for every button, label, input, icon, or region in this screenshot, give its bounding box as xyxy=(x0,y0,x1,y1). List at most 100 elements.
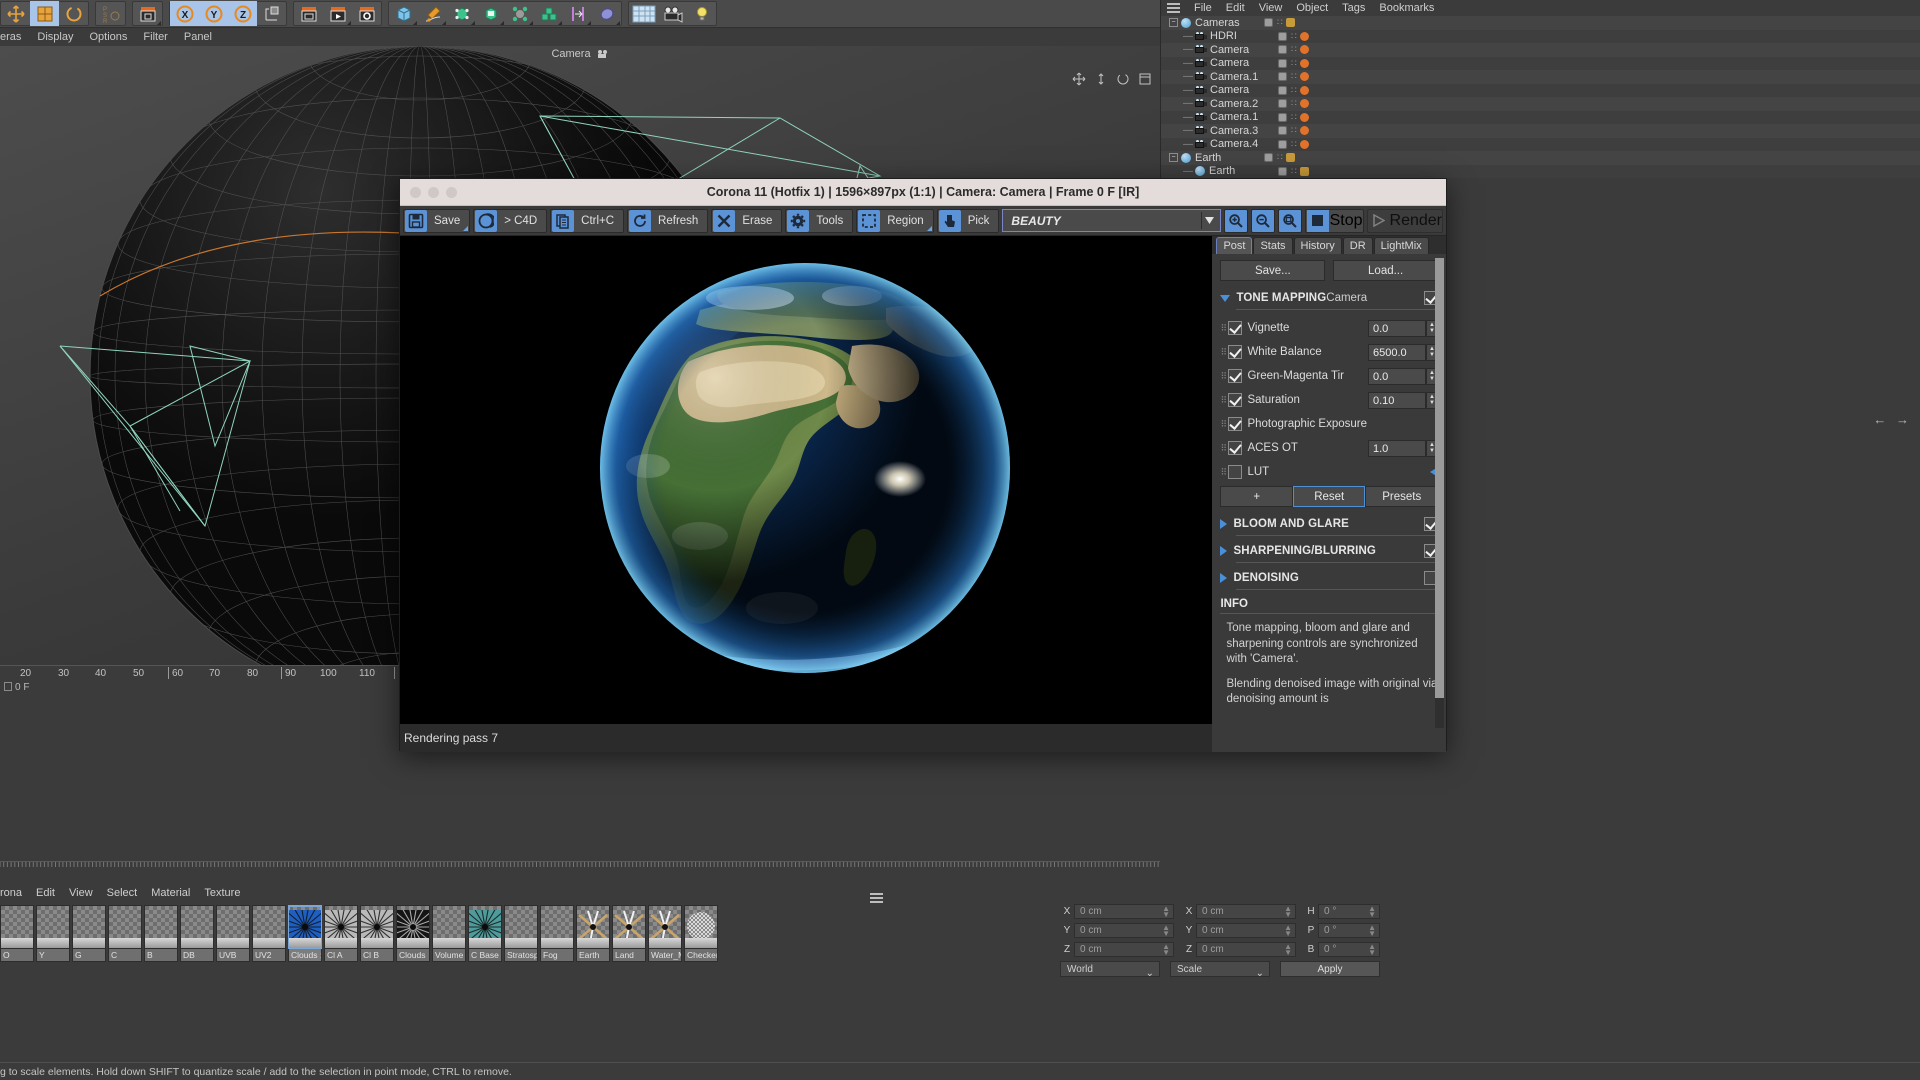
object-row[interactable]: − Cameras ∷ xyxy=(1161,16,1920,30)
primitives-group[interactable] xyxy=(388,1,622,26)
transform-tools-group[interactable] xyxy=(0,1,89,26)
param-checkbox[interactable] xyxy=(1228,321,1243,335)
corona-vfb-window[interactable]: Corona 11 (Hotfix 1) | 1596×897px (1:1) … xyxy=(399,178,1447,752)
tag-icon[interactable] xyxy=(1278,58,1287,68)
add-preset-button[interactable]: + xyxy=(1220,486,1293,507)
material-preview[interactable] xyxy=(216,905,250,949)
coordinate-space-select[interactable]: World ⌄ xyxy=(1060,961,1160,979)
camera-tag-icon[interactable] xyxy=(1299,126,1309,136)
object-row[interactable]: — Camera.4 ∷ xyxy=(1161,137,1920,151)
view-group[interactable] xyxy=(628,1,717,26)
material-preview[interactable] xyxy=(612,905,646,949)
drag-handle-icon[interactable]: ⠿ xyxy=(1220,372,1227,381)
material-tag-icon[interactable] xyxy=(1299,166,1309,176)
tab-history[interactable]: History xyxy=(1293,237,1342,254)
viewport-nav-icons[interactable] xyxy=(1072,72,1152,86)
rotation-field[interactable]: 0 ° ▲ ▼ xyxy=(1318,922,1380,938)
material-preview[interactable] xyxy=(72,905,106,949)
size-field[interactable]: 0 cm ▲ ▼ xyxy=(1196,922,1296,938)
camera-tag-icon[interactable] xyxy=(1299,72,1309,82)
chevron-down-icon[interactable] xyxy=(1220,294,1231,302)
tag-icon[interactable] xyxy=(1278,139,1287,149)
vfb-tools-button[interactable]: Tools xyxy=(785,208,854,233)
light-bulb-icon[interactable] xyxy=(687,1,716,26)
vfb-tab-bar[interactable]: Post Stats History DR LightMix xyxy=(1212,236,1446,254)
material-swatch[interactable]: Clouds xyxy=(396,905,430,962)
camera-icon[interactable] xyxy=(658,1,687,26)
material-tag-icon[interactable] xyxy=(1285,153,1295,163)
collapsed-sections[interactable]: BLOOM AND GLARE SHARPENING/BLURRING DENOIS… xyxy=(1220,517,1438,590)
object-row[interactable]: — HDRI ∷ xyxy=(1161,29,1920,43)
psr-group[interactable]: PSR xyxy=(95,1,126,26)
param-checkbox[interactable] xyxy=(1228,345,1243,359)
om-menu-edit[interactable]: Edit xyxy=(1226,2,1245,14)
camera-tag-icon[interactable] xyxy=(1299,112,1309,122)
object-row[interactable]: — Camera ∷ xyxy=(1161,83,1920,97)
material-swatch[interactable]: Land xyxy=(612,905,646,962)
menu-display[interactable]: Display xyxy=(37,31,73,43)
param-value-field[interactable]: 0.10 xyxy=(1368,391,1426,409)
cube-icon[interactable] xyxy=(389,1,418,26)
section-header[interactable]: BLOOM AND GLARE xyxy=(1220,517,1438,531)
scrollbar-thumb[interactable] xyxy=(1435,258,1444,698)
generator-icon[interactable] xyxy=(476,1,505,26)
tab-lightmix[interactable]: LightMix xyxy=(1373,237,1429,254)
simulate-icon[interactable] xyxy=(592,1,621,26)
tag-icon[interactable] xyxy=(1264,153,1273,163)
timeline-ruler[interactable] xyxy=(0,861,1160,883)
camera-tag-icon[interactable] xyxy=(1299,45,1309,55)
material-strip[interactable]: O Y G C B DB UVB UV2 Clouds : Cl A Cl B Clouds Volum… xyxy=(0,905,718,962)
tag-dots-icon[interactable]: ∷ xyxy=(1277,152,1283,163)
coordinate-row[interactable]: Z0 cm ▲ ▼ Z 0 cm ▲ ▼ B 0 ° ▲ ▼ xyxy=(1060,941,1460,957)
vfb-region-button[interactable]: Region xyxy=(856,208,934,233)
material-preview[interactable] xyxy=(144,905,178,949)
vfb-toolbar[interactable]: Save > C4D Ctrl+C Refresh Erase Tools Re… xyxy=(400,206,1446,236)
vfb-save-button[interactable]: Save xyxy=(403,208,471,233)
param-value-field[interactable]: 6500.0 xyxy=(1368,343,1426,361)
material-swatch[interactable]: Volume xyxy=(432,905,466,962)
tag-dots-icon[interactable]: ∷ xyxy=(1291,85,1297,96)
size-field[interactable]: 0 cm ▲ ▼ xyxy=(1196,903,1296,919)
maximize-viewport-icon[interactable] xyxy=(1138,72,1152,86)
tag-dots-icon[interactable]: ∷ xyxy=(1291,125,1297,136)
material-swatch[interactable]: Fog xyxy=(540,905,574,962)
zoom-icon[interactable] xyxy=(1094,72,1108,86)
axis-x-icon[interactable]: X xyxy=(170,1,199,26)
tone-mapping-params[interactable]: ⠿ Vignette 0.0 ▲ ▼ ⠿ White Balance 6500.0 ▲ ▼ ⠿ Gre… xyxy=(1220,318,1438,482)
panel-resize-arrows[interactable]: ← → xyxy=(1873,412,1912,427)
material-swatch[interactable]: C xyxy=(108,905,142,962)
object-row[interactable]: — Camera.3 ∷ xyxy=(1161,124,1920,138)
param-checkbox[interactable] xyxy=(1228,369,1243,383)
material-swatch[interactable]: Cl B xyxy=(360,905,394,962)
param-checkbox[interactable] xyxy=(1228,441,1243,455)
param-checkbox[interactable] xyxy=(1228,465,1243,479)
param-checkbox[interactable] xyxy=(1228,417,1243,431)
om-menu-object[interactable]: Object xyxy=(1296,2,1328,14)
material-swatch[interactable]: G xyxy=(72,905,106,962)
vfb-send-to-c4d-button[interactable]: > C4D xyxy=(473,208,548,233)
render-group[interactable] xyxy=(293,1,382,26)
render-canvas[interactable]: Rendering pass 7 xyxy=(400,236,1213,752)
coordinate-row[interactable]: Y0 cm ▲ ▼ Y 0 cm ▲ ▼ P 0 ° ▲ ▼ xyxy=(1060,922,1460,938)
om-menu-bookmarks[interactable]: Bookmarks xyxy=(1379,2,1434,14)
material-preview[interactable] xyxy=(0,905,34,949)
material-preview[interactable] xyxy=(324,905,358,949)
object-row[interactable]: − Earth ∷ xyxy=(1161,151,1920,165)
chevron-right-icon[interactable] xyxy=(1220,573,1228,583)
post-save-button[interactable]: Save... xyxy=(1220,260,1326,281)
material-preview[interactable] xyxy=(468,905,502,949)
tag-icon[interactable] xyxy=(1278,85,1287,95)
section-header[interactable]: DENOISING xyxy=(1220,571,1438,585)
axis-lock-group[interactable]: X Y Z xyxy=(169,1,287,26)
stop-render-button[interactable]: Stop xyxy=(1304,208,1364,233)
param-value-field[interactable]: 0.0 xyxy=(1368,367,1426,385)
start-render-button[interactable]: Render xyxy=(1366,208,1443,233)
apply-button[interactable]: Apply xyxy=(1280,961,1380,977)
material-preview[interactable] xyxy=(648,905,682,949)
stepper-icon[interactable]: ▲ ▼ xyxy=(1284,942,1292,956)
material-swatch[interactable]: UV2 xyxy=(252,905,286,962)
preset-buttons-row[interactable]: + Reset Presets xyxy=(1220,486,1438,507)
stepper-icon[interactable]: ▲ ▼ xyxy=(1284,923,1292,937)
object-manager-menu[interactable]: File Edit View Object Tags Bookmarks xyxy=(1161,0,1920,16)
tag-icon[interactable] xyxy=(1278,45,1287,55)
